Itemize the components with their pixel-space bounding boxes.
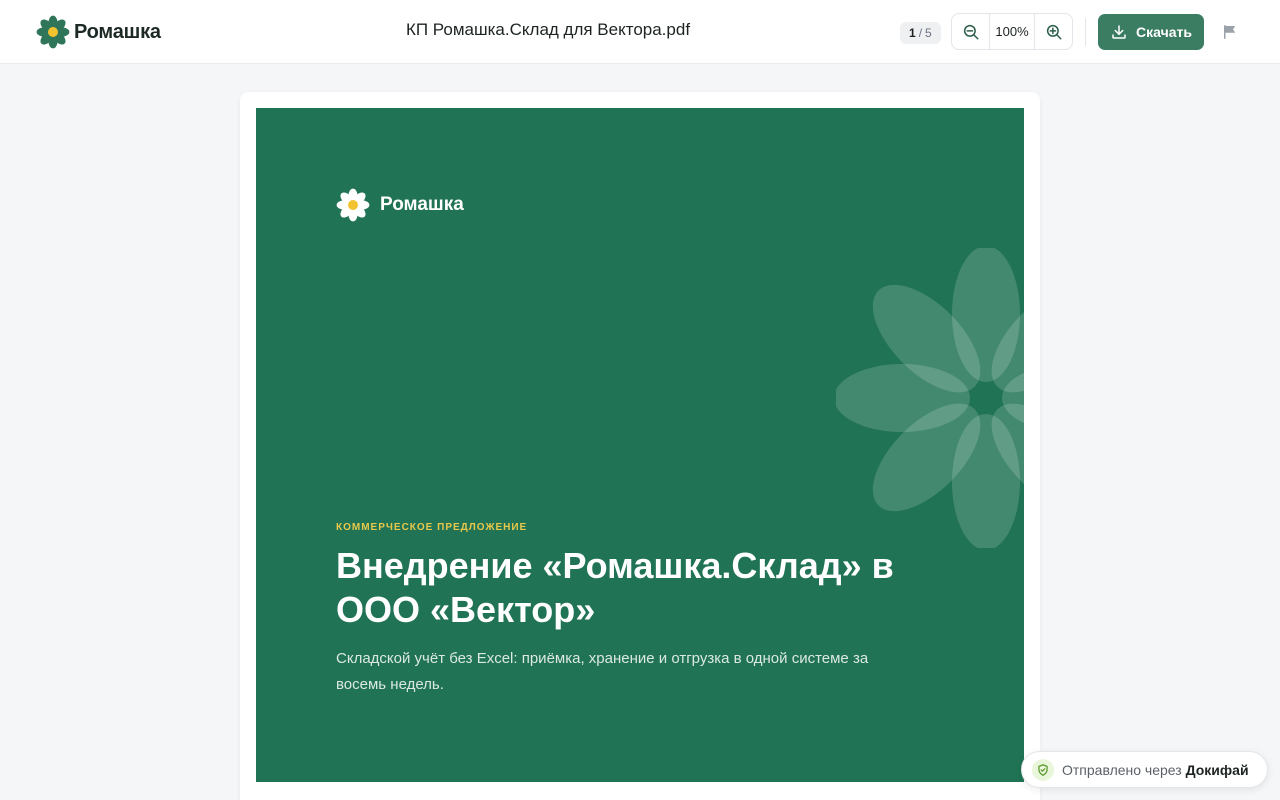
page-current: 1 (909, 26, 916, 40)
document-page: Ромашка КОММЕРЧЕСКОЕ ПРЕДЛОЖЕНИЕ Внедрен… (256, 108, 1024, 782)
sent-via-service: Докифай (1185, 761, 1249, 778)
zoom-controls: 100% (951, 13, 1073, 50)
download-icon (1112, 25, 1126, 39)
zoom-out-icon (963, 24, 978, 39)
page-counter: 1 / 5 (900, 22, 941, 44)
download-label: Скачать (1136, 24, 1192, 40)
sent-via-badge[interactable]: Отправлено через Докифай (1021, 751, 1268, 788)
slide-brand-name: Ромашка (380, 194, 464, 215)
daisy-logo-icon (36, 15, 70, 49)
zoom-level: 100% (989, 14, 1035, 49)
document-viewer[interactable]: Ромашка КОММЕРЧЕСКОЕ ПРЕДЛОЖЕНИЕ Внедрен… (240, 92, 1040, 800)
slide-title: Внедрение «Ромашка.Склад» в ООО «Вектор» (336, 545, 894, 630)
daisy-logo-icon (336, 188, 370, 222)
sent-via-prefix: Отправлено через (1062, 761, 1182, 778)
decorative-flower-icon (836, 248, 1024, 548)
page-separator: / (918, 26, 923, 40)
flag-icon (1224, 25, 1236, 39)
zoom-out-button[interactable] (952, 14, 989, 49)
brand-logo[interactable]: Ромашка (36, 15, 161, 49)
download-button[interactable]: Скачать (1098, 14, 1204, 50)
document-title: КП Ромашка.Склад для Вектора.pdf (405, 20, 691, 39)
zoom-in-icon (1046, 24, 1061, 39)
slide-brand: Ромашка (336, 188, 464, 222)
report-button[interactable] (1218, 20, 1242, 44)
page-total: 5 (925, 26, 932, 40)
shield-check-icon (1032, 758, 1054, 781)
slide-subtitle: Складской учёт без Excel: приёмка, хране… (336, 650, 869, 693)
toolbar-divider (1085, 18, 1086, 46)
slide-eyebrow: КОММЕРЧЕСКОЕ ПРЕДЛОЖЕНИЕ (336, 522, 528, 533)
brand-name: Ромашка (74, 20, 161, 43)
zoom-in-button[interactable] (1035, 14, 1072, 49)
top-toolbar: Ромашка КП Ромашка.Склад для Вектора.pdf… (0, 0, 1280, 64)
